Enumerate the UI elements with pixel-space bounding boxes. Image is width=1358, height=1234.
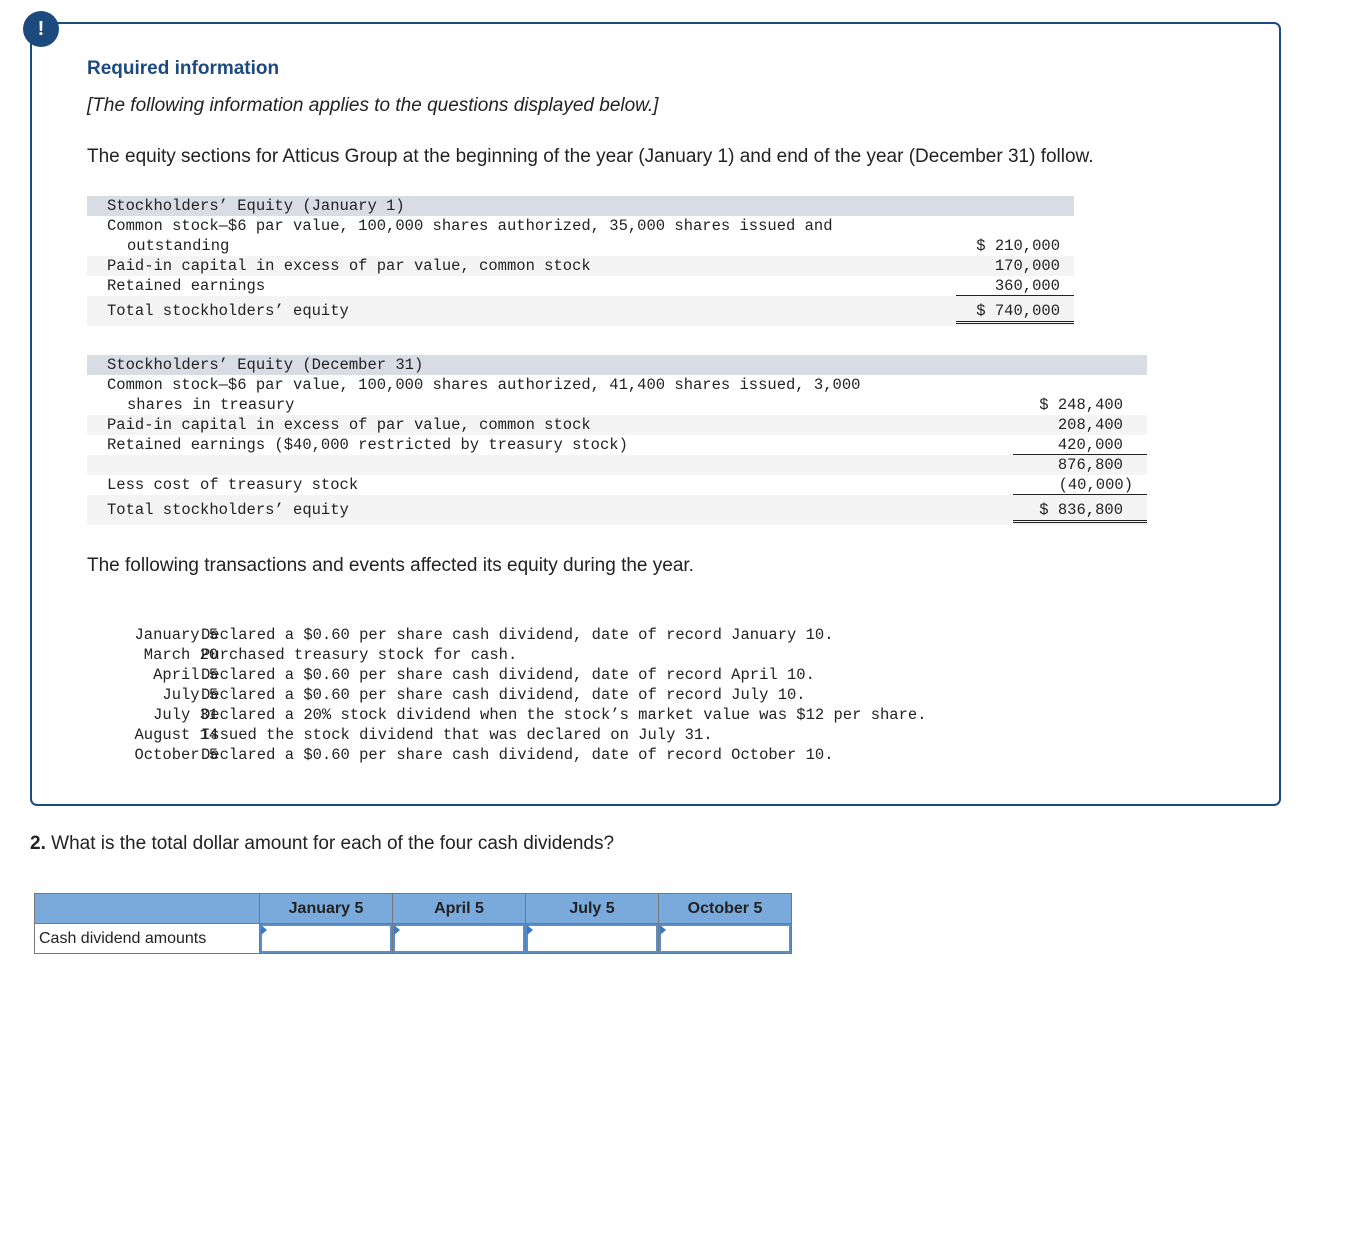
equity-intro-text: The equity sections for Atticus Group at… <box>87 146 1094 167</box>
transaction-item: July 5 Declared a $0.60 per share cash di… <box>87 665 805 704</box>
equity-total-amount: $ 740,000 <box>956 296 1074 324</box>
january-5-dividend-input[interactable] <box>260 924 392 953</box>
equity-row: outstanding $ 210,000 <box>87 236 1074 256</box>
july-5-dividend-input[interactable] <box>526 924 658 953</box>
answer-cell <box>658 923 792 954</box>
equity-row-amount: $ 210,000 <box>976 237 1060 255</box>
transaction-description: Issued the stock dividend that was decla… <box>201 726 713 744</box>
equity-row: Common stock—$6 par value, 100,000 share… <box>87 216 1074 236</box>
transaction-description: Declared a $0.60 per share cash dividend… <box>201 746 834 764</box>
equity-row-label: Paid-in capital in excess of par value, … <box>107 416 591 434</box>
equity-row: Common stock—$6 par value, 100,000 share… <box>87 375 1147 395</box>
equity-row: Retained earnings ($40,000 restricted by… <box>87 435 1147 455</box>
transactions-intro-text: The following transactions and events af… <box>87 555 694 576</box>
answer-cell <box>392 923 526 954</box>
transaction-description: Declared a $0.60 per share cash dividend… <box>201 666 815 684</box>
equity-row: Retained earnings 360,000 <box>87 276 1074 296</box>
column-header-january-5: January 5 <box>259 893 393 924</box>
transaction-item: January 5 Declared a $0.60 per share cash… <box>87 605 834 644</box>
column-header-april-5: April 5 <box>392 893 526 924</box>
equity-row-label-cont: outstanding <box>127 237 230 255</box>
transaction-item: October 5 Declared a $0.60 per share cash… <box>87 725 834 764</box>
transaction-description: Purchased treasury stock for cash. <box>201 646 518 664</box>
question-number: 2. <box>30 833 46 854</box>
equity-row-label: Less cost of treasury stock <box>107 476 359 494</box>
equity-row-label-cont: shares in treasury <box>127 396 295 414</box>
equity-row-amount: 360,000 <box>956 276 1074 296</box>
answer-table-header: January 5 April 5 July 5 October 5 <box>34 893 792 924</box>
transaction-description: Declared a $0.60 per share cash dividend… <box>201 686 806 704</box>
equity-row-label: Retained earnings ($40,000 restricted by… <box>107 436 628 454</box>
equity-table-title: Stockholders’ Equity (January 1) <box>107 197 405 215</box>
transaction-item: August 14 Issued the stock dividend that … <box>87 705 713 744</box>
equity-subtotal-amount: 876,800 <box>1057 456 1123 474</box>
question-prompt: 2. What is the total dollar amount for e… <box>30 833 614 855</box>
equity-row-label: Paid-in capital in excess of par value, … <box>107 257 591 275</box>
transaction-description: Declared a 20% stock dividend when the s… <box>201 706 927 724</box>
question-text: What is the total dollar amount for each… <box>45 833 615 854</box>
input-marker-icon <box>660 925 666 935</box>
equity-row-amount: 170,000 <box>994 257 1060 275</box>
october-5-dividend-input[interactable] <box>659 924 791 953</box>
column-header-blank <box>34 893 260 924</box>
equity-row-label: Retained earnings <box>107 277 266 295</box>
equity-table-header: Stockholders’ Equity (January 1) <box>87 196 1074 216</box>
equity-table-jan1: Stockholders’ Equity (January 1) Common … <box>87 196 1074 326</box>
equity-row: Less cost of treasury stock (40,000) <box>87 475 1147 495</box>
equity-row-label: Total stockholders’ equity <box>107 302 349 320</box>
input-marker-icon <box>394 925 400 935</box>
required-info-subtitle: [The following information applies to th… <box>87 95 659 116</box>
april-5-dividend-input[interactable] <box>393 924 525 953</box>
equity-row-amount: $ 248,400 <box>1039 396 1123 414</box>
equity-total-amount: $ 836,800 <box>1013 495 1147 523</box>
required-info-title: Required information <box>87 58 280 79</box>
equity-row: shares in treasury $ 248,400 <box>87 395 1147 415</box>
transactions-list: January 5 Declared a $0.60 per share cash… <box>87 605 927 764</box>
equity-row-amount: (40,000) <box>1013 475 1147 495</box>
equity-row: Paid-in capital in excess of par value, … <box>87 415 1147 435</box>
equity-row-label: Common stock—$6 par value, 100,000 share… <box>107 217 833 235</box>
equity-row-amount: 208,400 <box>1057 416 1123 434</box>
exclamation-icon: ! <box>23 11 59 47</box>
answer-table-row: Cash dividend amounts <box>34 923 792 954</box>
equity-subtotal-row: 876,800 <box>87 455 1147 475</box>
equity-table-title: Stockholders’ Equity (December 31) <box>107 356 424 374</box>
equity-total-row: Total stockholders’ equity $ 740,000 <box>87 296 1074 326</box>
transaction-item: July 31 Declared a 20% stock dividend whe… <box>87 685 926 724</box>
equity-row: Paid-in capital in excess of par value, … <box>87 256 1074 276</box>
equity-row-label: Common stock—$6 par value, 100,000 share… <box>107 376 861 394</box>
equity-table-dec31: Stockholders’ Equity (December 31) Commo… <box>87 355 1147 525</box>
column-header-july-5: July 5 <box>525 893 659 924</box>
answer-cell <box>259 923 393 954</box>
answer-table: January 5 April 5 July 5 October 5 Cash … <box>34 893 792 954</box>
equity-row-label: Total stockholders’ equity <box>107 501 349 519</box>
equity-total-row: Total stockholders’ equity $ 836,800 <box>87 495 1147 525</box>
answer-cell <box>525 923 659 954</box>
equity-row-amount: 420,000 <box>1013 435 1147 455</box>
transaction-item: March 20 Purchased treasury stock for cas… <box>87 625 517 664</box>
equity-table-header: Stockholders’ Equity (December 31) <box>87 355 1147 375</box>
row-label: Cash dividend amounts <box>34 923 260 954</box>
transaction-item: April 5 Declared a $0.60 per share cash d… <box>87 645 815 684</box>
column-header-october-5: October 5 <box>658 893 792 924</box>
input-marker-icon <box>261 925 267 935</box>
transaction-description: Declared a $0.60 per share cash dividend… <box>201 626 834 644</box>
input-marker-icon <box>527 925 533 935</box>
